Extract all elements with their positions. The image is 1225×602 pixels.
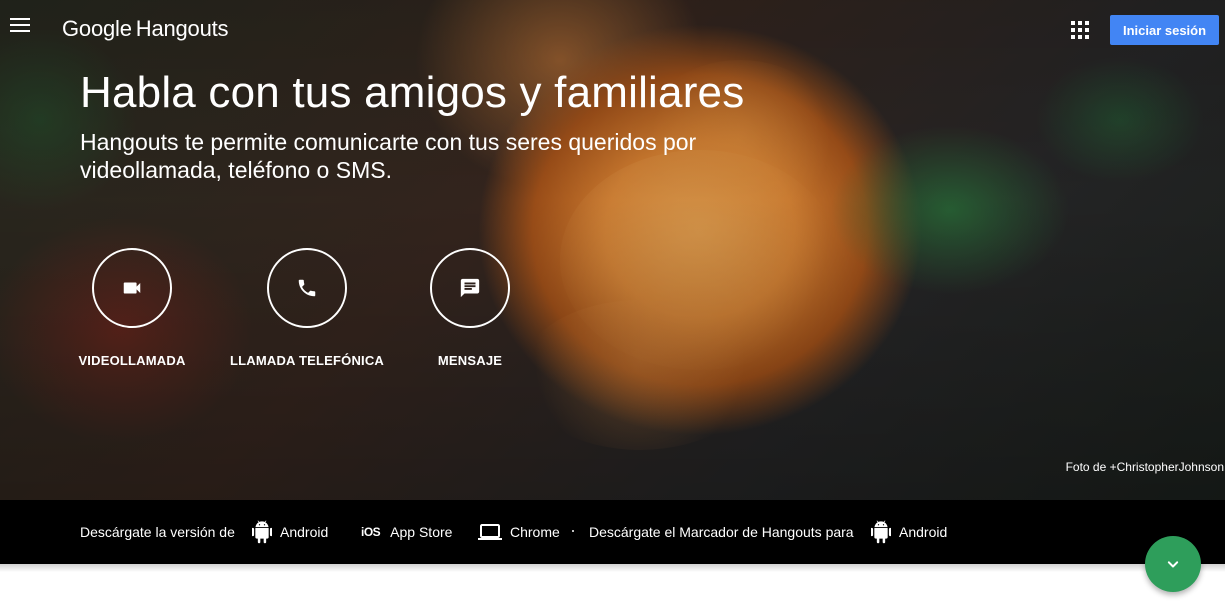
download-intro-text: Descárgate la versión de (80, 524, 235, 540)
android-label: Android (280, 524, 329, 540)
separator-dot (572, 530, 574, 532)
video-call-action[interactable]: VIDEOLLAMADA (72, 248, 192, 368)
android-icon (252, 520, 272, 544)
page-subheadline: Hangouts te permite comunicarte con tus … (80, 129, 697, 183)
photo-credit[interactable]: Foto de +ChristopherJohnson (1066, 460, 1224, 474)
download-bar: Descárgate la versión de Android iOS App… (0, 500, 1225, 564)
dialer-android-label: Android (899, 524, 948, 540)
download-bar-shadow (0, 564, 1225, 572)
google-hangouts-logo[interactable]: Google Hangouts (62, 16, 229, 42)
page-headline: Habla con tus amigos y familiares (80, 68, 745, 117)
hamburger-menu-icon[interactable] (10, 18, 30, 34)
logo-product-text: Hangouts (135, 16, 229, 41)
android-download-link[interactable]: Android (252, 500, 328, 564)
video-call-label[interactable]: VIDEOLLAMADA (72, 353, 192, 368)
android-icon (871, 520, 891, 544)
laptop-icon (478, 524, 502, 540)
message-label[interactable]: MENSAJE (410, 353, 530, 368)
videocam-icon (123, 282, 141, 294)
rose-petal-highlight (520, 300, 760, 450)
scroll-down-button[interactable] (1145, 536, 1201, 592)
dialer-intro-text: Descárgate el Marcador de Hangouts para (589, 524, 854, 540)
app-store-download-link[interactable]: iOS App Store (361, 500, 452, 564)
message-button[interactable] (430, 248, 510, 328)
chrome-label: Chrome (510, 524, 560, 540)
chat-message-icon (460, 278, 480, 298)
chevron-down-icon (1167, 561, 1179, 568)
apps-grid-icon[interactable] (1071, 21, 1089, 39)
logo-google-text: Google (62, 16, 132, 41)
phone-call-action[interactable]: LLAMADA TELEFÓNICA (222, 248, 392, 368)
app-store-label: App Store (390, 524, 453, 540)
video-call-button[interactable] (92, 248, 172, 328)
message-action[interactable]: MENSAJE (410, 248, 530, 368)
top-bar: Google Hangouts Iniciar sesión (0, 0, 1225, 58)
phone-call-button[interactable] (267, 248, 347, 328)
phone-call-label[interactable]: LLAMADA TELEFÓNICA (222, 353, 392, 368)
phone-icon (298, 279, 316, 297)
dialer-android-download-link[interactable]: Android (871, 500, 947, 564)
signin-button[interactable]: Iniciar sesión (1110, 15, 1219, 45)
chrome-download-link[interactable]: Chrome (478, 500, 560, 564)
ios-icon: iOS (361, 525, 381, 539)
